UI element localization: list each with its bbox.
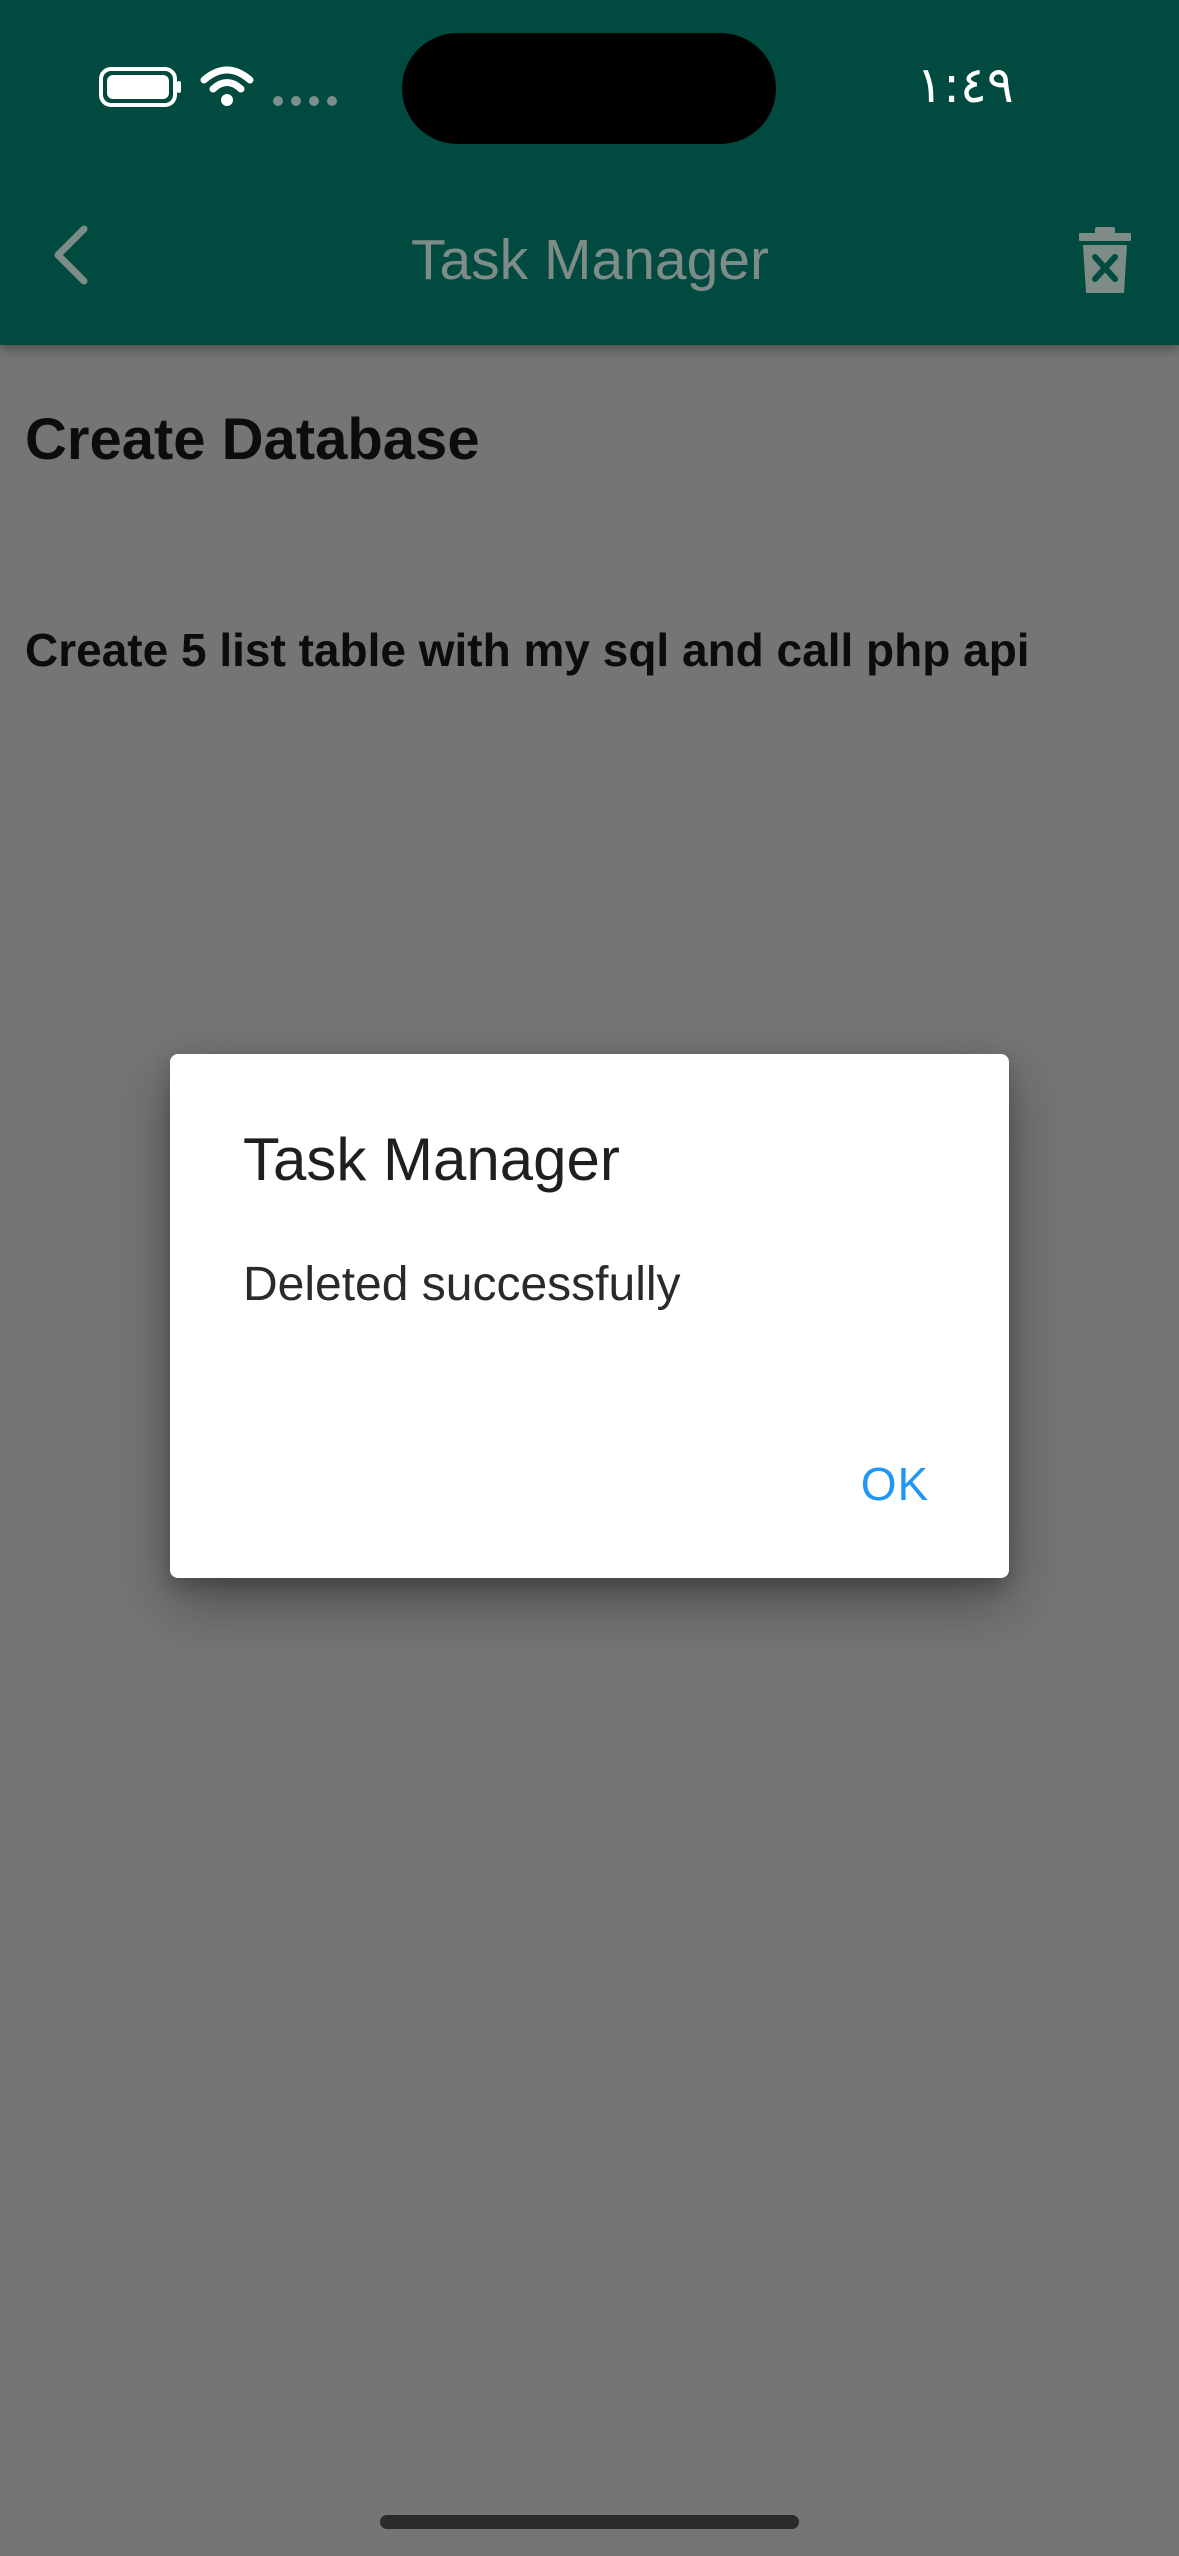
app-header: ١:٤٩ Task Manager [0, 0, 1179, 345]
ok-button[interactable]: OK [830, 1444, 960, 1524]
task-title: Create Database [25, 407, 480, 472]
dialog-message: Deleted successfully [243, 1258, 681, 1311]
dialog-title: Task Manager [243, 1126, 620, 1193]
battery-icon [98, 66, 184, 108]
dynamic-island [402, 33, 776, 144]
app-title: Task Manager [410, 228, 769, 292]
status-time: ١:٤٩ [916, 56, 1014, 114]
alert-dialog: Task Manager Deleted successfully OK [170, 1054, 1009, 1578]
trash-x-icon [1077, 225, 1133, 300]
status-bar: ١:٤٩ [0, 0, 1179, 175]
home-indicator [380, 2515, 799, 2529]
chevron-left-icon [48, 223, 92, 292]
task-description: Create 5 list table with my sql and call… [25, 624, 1030, 676]
back-button[interactable] [30, 217, 110, 297]
cellular-signal-icon [272, 94, 342, 108]
delete-button[interactable] [1060, 217, 1150, 307]
wifi-icon [200, 64, 254, 108]
app-bar: Task Manager [0, 175, 1179, 345]
